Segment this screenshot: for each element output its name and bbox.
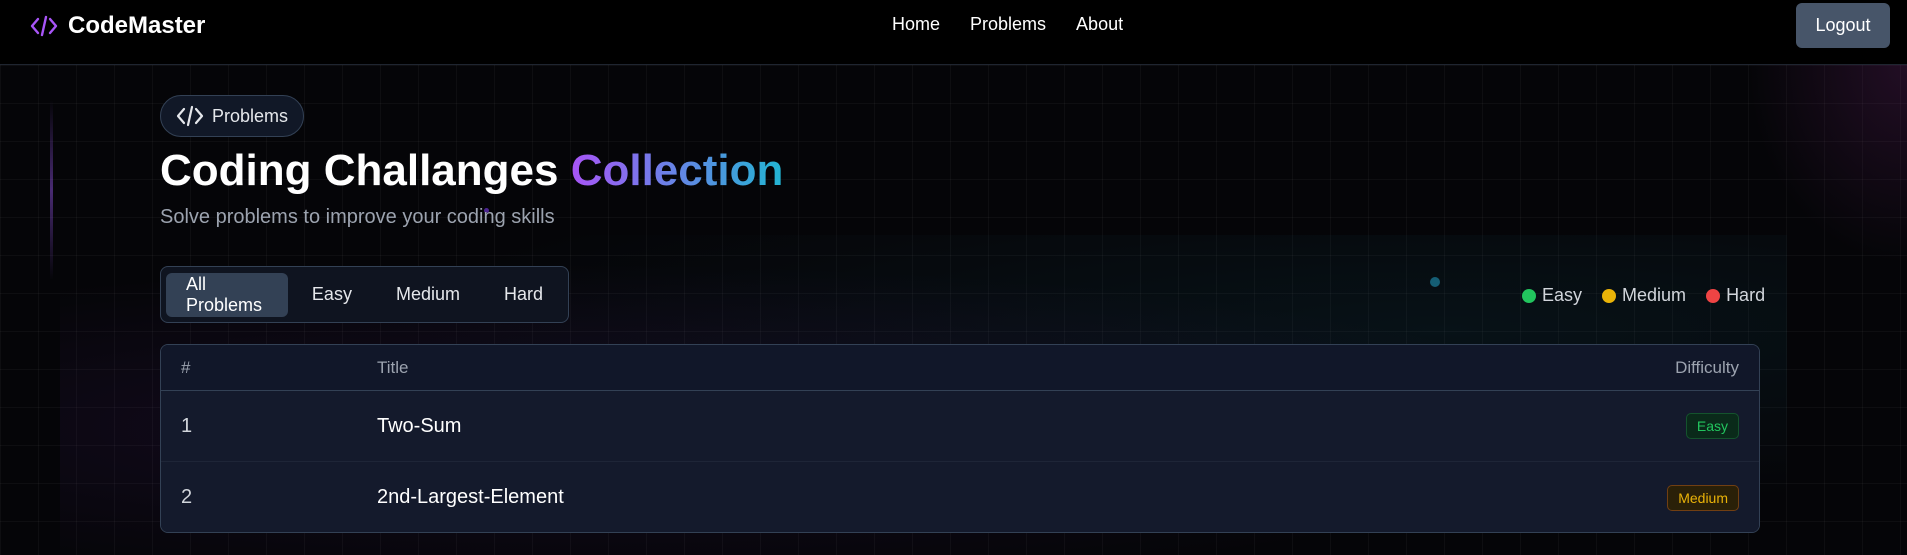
nav-link-problems[interactable]: Problems [970,14,1046,35]
legend-item-hard: Hard [1706,285,1765,306]
page-title: Coding Challanges Collection [160,146,783,196]
background-glow-right [1747,65,1907,265]
row-number: 2 [181,486,193,508]
page-title-accent: Collection [570,146,784,195]
difficulty-legend: Easy Medium Hard [1522,285,1765,306]
filter-tab-easy[interactable]: Easy [292,273,372,317]
problem-title-link[interactable]: Two-Sum [377,415,1686,438]
decorative-line [50,100,53,280]
brand-name: CodeMaster [68,12,206,39]
legend-dot-icon [1522,288,1536,303]
section-pill: Problems [160,95,305,137]
header-title: Title [377,357,409,377]
header-difficulty: Difficulty [1675,357,1739,377]
pill-label: Problems [212,105,289,126]
problem-title-link[interactable]: 2nd-Largest-Element [377,486,1667,509]
nav-link-about[interactable]: About [1076,14,1123,35]
difficulty-badge: Medium [1667,484,1739,511]
brand-logo[interactable]: CodeMaster [30,12,205,40]
filter-tab-medium[interactable]: Medium [376,273,480,317]
legend-item-easy: Easy [1522,285,1582,306]
filter-tab-hard[interactable]: Hard [484,273,563,317]
difficulty-filter-tabs: All Problems Easy Medium Hard [160,266,569,323]
legend-item-medium: Medium [1602,285,1686,306]
code-icon [176,105,204,127]
header-number: # [181,357,191,377]
filter-tab-all[interactable]: All Problems [166,272,288,317]
legend-label: Easy [1542,285,1583,305]
problems-table: # Title Difficulty 1 Two-Sum Easy 2 2nd-… [160,344,1760,533]
code-icon [30,15,58,37]
legend-dot-icon [1706,288,1721,303]
difficulty-badge: Easy [1685,413,1739,439]
nav-links: Home Problems About [892,14,1123,35]
legend-label: Hard [1726,285,1766,305]
table-row[interactable]: 1 Two-Sum Easy [161,391,1759,462]
table-header: # Title Difficulty [161,345,1759,391]
page-title-main: Coding Challanges [160,146,571,195]
legend-label: Medium [1622,285,1687,305]
row-number: 1 [181,414,193,437]
decorative-dot [1430,277,1440,287]
table-row[interactable]: 2 2nd-Largest-Element Medium [161,462,1759,532]
legend-dot-icon [1602,288,1617,303]
nav-link-home[interactable]: Home [892,14,940,35]
navbar: CodeMaster Home Problems About Logout [0,0,1907,65]
page-subtitle: Solve problems to improve your coding sk… [160,206,555,228]
logout-button[interactable]: Logout [1796,3,1890,48]
